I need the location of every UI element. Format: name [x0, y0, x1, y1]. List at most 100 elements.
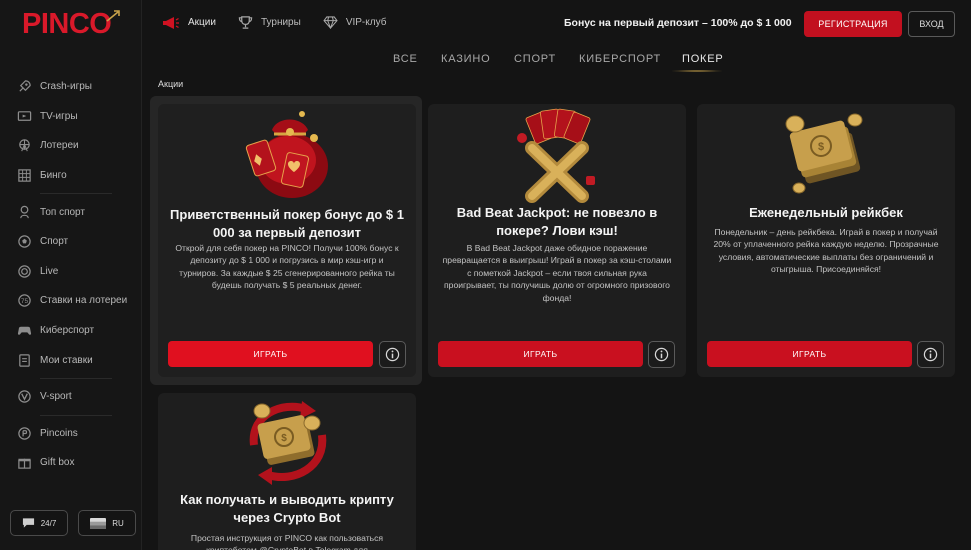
- logo-spark-icon: [106, 10, 120, 22]
- card-title: Bad Beat Jackpot: не повезло в покере? Л…: [456, 205, 658, 238]
- info-icon: [654, 347, 669, 362]
- support-chat-button[interactable]: 24/7: [10, 510, 68, 536]
- bingo-card-icon: [16, 167, 33, 184]
- play-button[interactable]: ИГРАТЬ: [707, 341, 912, 367]
- play-button[interactable]: ИГРАТЬ: [168, 341, 373, 367]
- live-icon: [16, 263, 33, 280]
- nav-divider: [40, 377, 112, 379]
- info-button[interactable]: [379, 341, 406, 368]
- card-title: Еженедельный рейкбек: [749, 205, 903, 220]
- megaphone-icon: [163, 16, 179, 29]
- cash-stack-icon: $: [785, 113, 863, 194]
- vsport-icon: [16, 388, 33, 405]
- info-button[interactable]: [917, 341, 944, 368]
- receipt-icon: [16, 352, 33, 369]
- logo-text: PINCO: [22, 8, 112, 40]
- sidebar-item-label: Спорт: [40, 236, 69, 248]
- sidebar-nav: Crash-игры TV-игры Лотереи Бинго Топ спо…: [0, 72, 142, 478]
- support-label: 24/7: [40, 518, 57, 528]
- language-selector[interactable]: RU: [78, 510, 136, 536]
- language-label: RU: [112, 518, 124, 528]
- trophy-icon: [16, 204, 33, 221]
- sidebar-item-live[interactable]: Live: [0, 257, 142, 287]
- sidebar-item-label: Live: [40, 265, 59, 277]
- sidebar-item-vsport[interactable]: V-sport: [0, 382, 142, 412]
- sidebar-item-tv-games[interactable]: TV-игры: [0, 102, 142, 132]
- sidebar-item-top-sport[interactable]: Топ спорт: [0, 197, 142, 227]
- promo-card: $ Как получать и выводить крипту через C…: [158, 393, 416, 550]
- sidebar-item-sport[interactable]: Спорт: [0, 227, 142, 257]
- nav-group-vsport: V-sport: [0, 382, 142, 412]
- chat-icon: [22, 518, 34, 528]
- svg-text:$: $: [281, 433, 287, 444]
- diamond-icon: [323, 16, 338, 29]
- promo-card: Приветственный покер бонус до $ 1 000 за…: [158, 104, 416, 377]
- sidebar-item-gift-box[interactable]: Gift box: [0, 448, 142, 478]
- gift-icon: [16, 454, 33, 471]
- info-icon: [385, 347, 400, 362]
- tab-all[interactable]: ВСЕ: [393, 53, 418, 65]
- sidebar-item-label: Gift box: [40, 457, 75, 469]
- nav-group-games: Crash-игры TV-игры Лотереи Бинго: [0, 72, 142, 190]
- card-description: Понедельник – день рейкбека. Играй в пок…: [713, 227, 939, 275]
- category-tabs: ВСЕ КАЗИНО СПОРТ КИБЕРСПОРТ ПОКЕР: [142, 48, 971, 72]
- sidebar-footer: 24/7 RU: [10, 510, 136, 536]
- sidebar: PINCO Crash-игры TV-игры Лотереи Бинго Т…: [0, 0, 142, 550]
- login-button[interactable]: ВХОД: [908, 11, 955, 37]
- nav-group-sports: Топ спорт Спорт Live 75 Ставки на лотере…: [0, 197, 142, 375]
- active-tab-indicator: [672, 70, 722, 72]
- sidebar-item-lotteries[interactable]: Лотереи: [0, 131, 142, 161]
- sidebar-item-esports[interactable]: Киберспорт: [0, 316, 142, 346]
- tab-sport[interactable]: СПОРТ: [514, 53, 556, 65]
- logo[interactable]: PINCO: [22, 8, 122, 42]
- svg-text:75: 75: [21, 298, 29, 305]
- nav-group-rewards: Pincoins Gift box: [0, 419, 142, 478]
- promo-card: $ Еженедельный рейкбек Понедельник – ден…: [697, 104, 955, 377]
- header-link-vip-club[interactable]: VIP-клуб: [323, 15, 387, 30]
- ferris-wheel-icon: [16, 137, 33, 154]
- sidebar-item-crash-games[interactable]: Crash-игры: [0, 72, 142, 102]
- sidebar-item-label: Топ спорт: [40, 206, 85, 218]
- app-root: PINCO Crash-игры TV-игры Лотереи Бинго Т…: [0, 0, 971, 550]
- sidebar-item-lottery-bets[interactable]: 75 Ставки на лотереи: [0, 286, 142, 316]
- tab-casino[interactable]: КАЗИНО: [441, 53, 490, 65]
- rocket-icon: [16, 78, 33, 95]
- header-link-promotions[interactable]: Акции: [162, 15, 216, 30]
- sidebar-item-label: Бинго: [40, 170, 67, 182]
- tab-poker[interactable]: ПОКЕР: [682, 53, 724, 65]
- soccer-ball-icon: [16, 233, 33, 250]
- play-button[interactable]: ИГРАТЬ: [438, 341, 643, 367]
- card-title: Как получать и выводить крипту через Cry…: [180, 492, 394, 525]
- top-header: Акции Турниры VIP-клуб Бонус на первый д…: [142, 0, 971, 48]
- header-link-tournaments[interactable]: Турниры: [238, 15, 301, 30]
- bonus-banner-text: Бонус на первый депозит – 100% до $ 1 00…: [564, 17, 792, 29]
- tv-icon: [16, 108, 33, 125]
- sidebar-item-pincoins[interactable]: Pincoins: [0, 419, 142, 449]
- tab-esports[interactable]: КИБЕРСПОРТ: [579, 53, 661, 65]
- header-link-label: VIP-клуб: [345, 17, 387, 28]
- coin-icon: [16, 425, 33, 442]
- card-title: Приветственный покер бонус до $ 1 000 за…: [170, 207, 404, 240]
- info-icon: [923, 347, 938, 362]
- register-button[interactable]: РЕГИСТРАЦИЯ: [804, 11, 902, 37]
- sidebar-item-label: Мои ставки: [40, 354, 93, 366]
- header-links: Акции Турниры VIP-клуб: [162, 15, 386, 30]
- gamepad-icon: [16, 322, 33, 339]
- sidebar-item-bingo[interactable]: Бинго: [0, 161, 142, 191]
- card-description: Открой для себя покер на PINCO! Получи 1…: [175, 243, 399, 291]
- sidebar-item-label: Crash-игры: [40, 81, 92, 93]
- sidebar-item-my-bets[interactable]: Мои ставки: [0, 345, 142, 375]
- cards-cross-icon: [517, 108, 595, 203]
- sidebar-item-label: Pincoins: [40, 427, 78, 439]
- sidebar-item-label: Ставки на лотереи: [40, 295, 128, 307]
- header-link-label: Турниры: [260, 17, 301, 28]
- info-button[interactable]: [648, 341, 675, 368]
- card-description: В Bad Beat Jackpot даже обидное поражени…: [442, 243, 672, 303]
- cup-icon: [238, 16, 253, 29]
- card-description: Простая инструкция от PINCO как пользова…: [190, 533, 384, 550]
- promo-card: Bad Beat Jackpot: не повезло в покере? Л…: [428, 104, 686, 377]
- nav-divider: [40, 414, 112, 416]
- flag-icon: [90, 517, 107, 529]
- nav-divider: [40, 193, 112, 195]
- svg-text:$: $: [818, 141, 824, 153]
